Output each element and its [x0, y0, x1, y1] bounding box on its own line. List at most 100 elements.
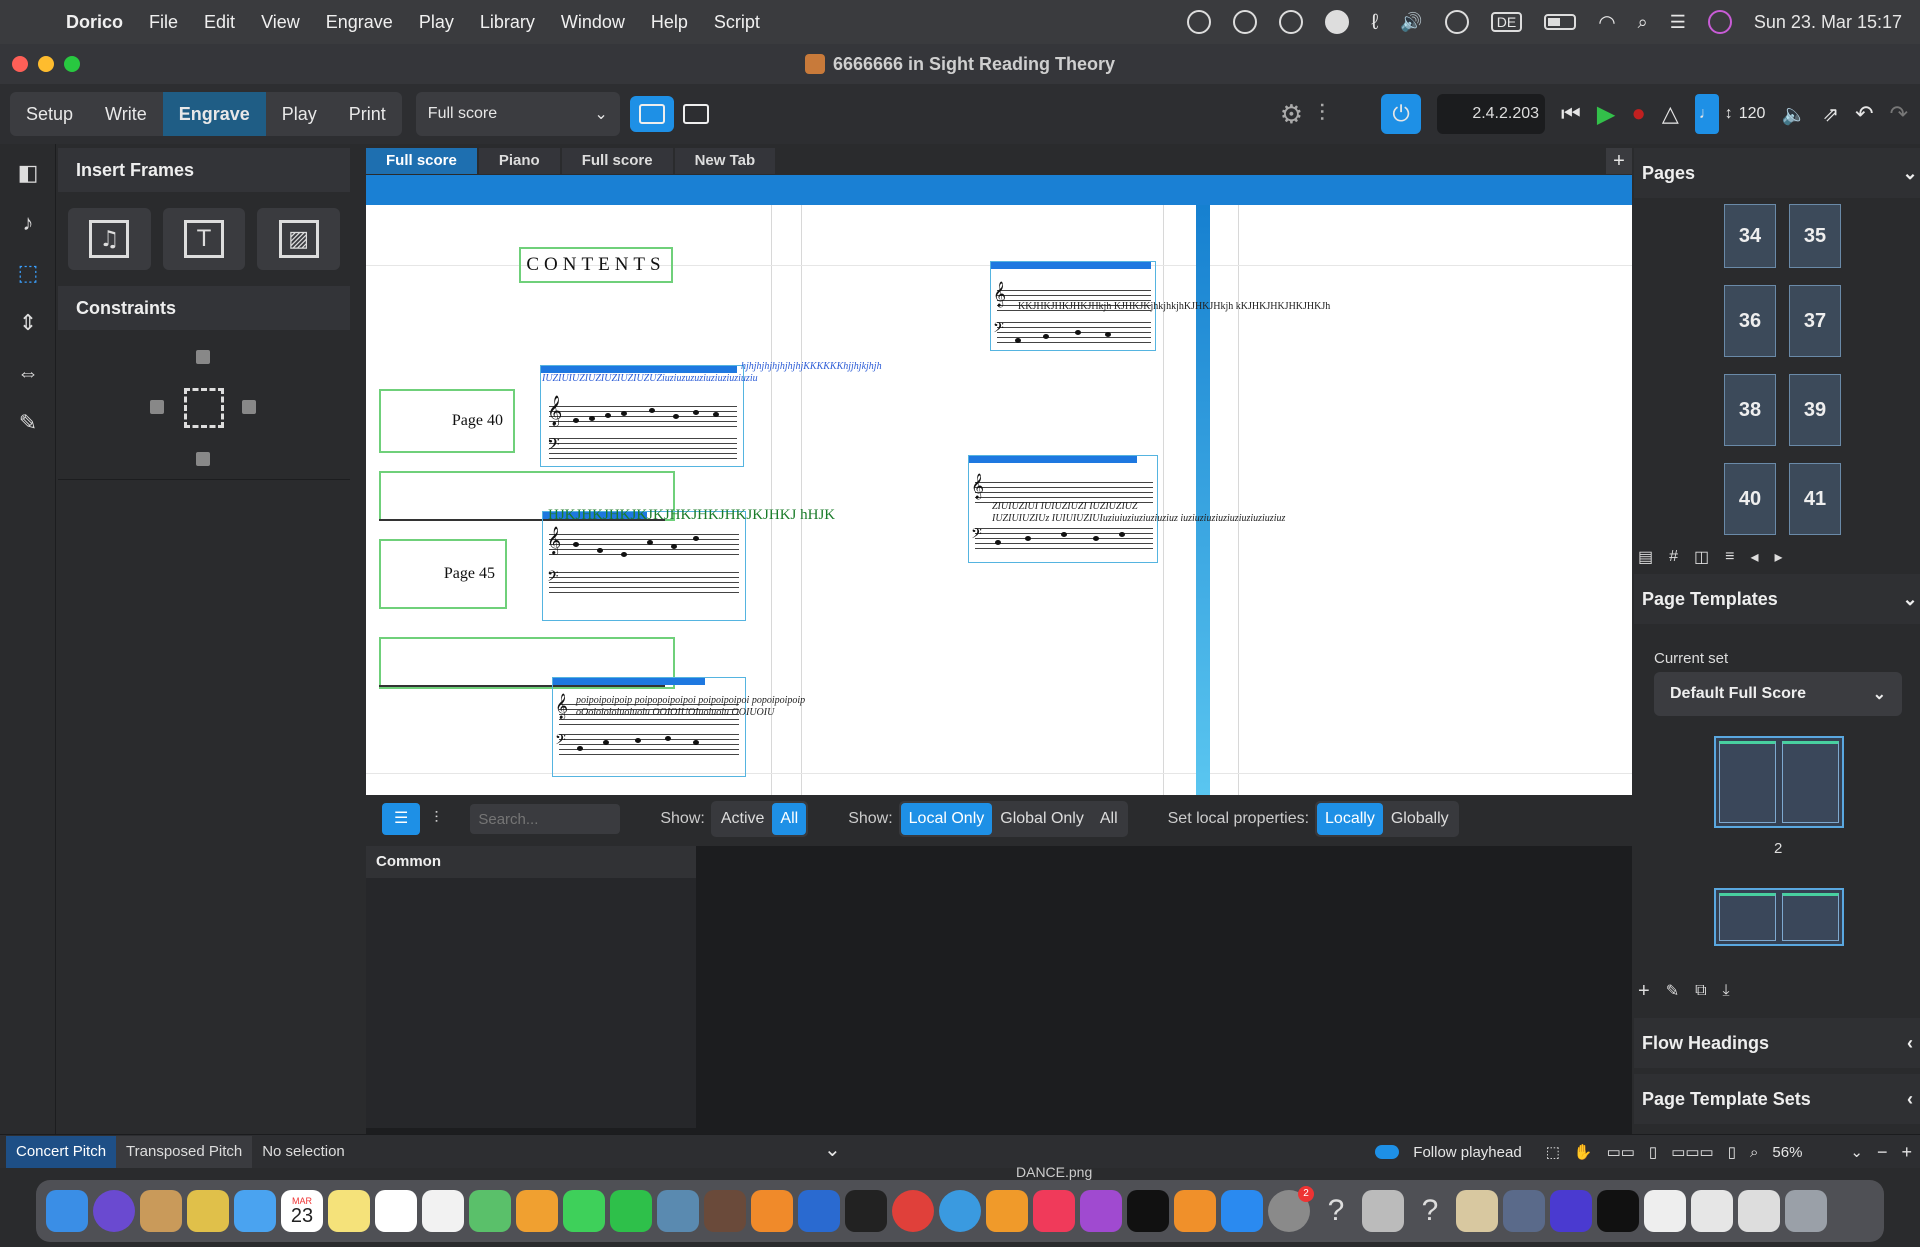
minimize-window-button[interactable]: [38, 56, 54, 72]
zoom-icon[interactable]: ⌕: [1750, 1144, 1758, 1161]
page-thumbnail[interactable]: 35: [1789, 204, 1841, 268]
menu-script[interactable]: Script: [714, 12, 760, 33]
music-icon[interactable]: [1033, 1190, 1075, 1232]
page-number-icon[interactable]: #: [1669, 548, 1678, 566]
app-icon[interactable]: [1550, 1190, 1592, 1232]
music-frame[interactable]: 𝄞 𝄢: [552, 677, 746, 777]
pages-icon[interactable]: [986, 1190, 1028, 1232]
mode-write[interactable]: Write: [89, 92, 163, 136]
garageband-icon[interactable]: [704, 1190, 746, 1232]
metronome-icon[interactable]: △: [1662, 101, 1679, 127]
insert-frames-header[interactable]: Insert Frames: [58, 148, 350, 192]
page-thumbnail[interactable]: 34: [1724, 204, 1776, 268]
page-template-sets-header[interactable]: Page Template Sets ‹: [1634, 1074, 1920, 1124]
edit-icon[interactable]: ✎: [1666, 981, 1679, 1001]
score-view[interactable]: CONTENTS Page 40 𝄞 𝄢 hjhjhjhjhjhjhjhjKKK…: [366, 205, 1632, 795]
staff-spacing-icon[interactable]: ⇕: [7, 302, 49, 344]
insert-music-frame-button[interactable]: ♫: [68, 208, 151, 270]
zoom-window-button[interactable]: [64, 56, 80, 72]
lock-bottom-icon[interactable]: [196, 452, 210, 466]
menu-app-name[interactable]: Dorico: [66, 12, 123, 33]
lock-right-icon[interactable]: [242, 400, 256, 414]
pages-header[interactable]: Pages ⌄: [1634, 148, 1920, 198]
graphic-editing-icon[interactable]: ♪: [7, 202, 49, 244]
mode-print[interactable]: Print: [333, 92, 402, 136]
music-frame[interactable]: 𝄞 𝄢: [542, 511, 746, 621]
page-thumbnail[interactable]: 37: [1789, 285, 1841, 357]
page-templates-header[interactable]: Page Templates ⌄: [1634, 574, 1920, 624]
facetime-icon[interactable]: [610, 1190, 652, 1232]
volume-icon[interactable]: 🔊: [1400, 12, 1422, 33]
close-window-button[interactable]: [12, 56, 28, 72]
menu-library[interactable]: Library: [480, 12, 535, 33]
properties-search-input[interactable]: [470, 804, 621, 834]
help-icon[interactable]: ?: [1315, 1190, 1357, 1232]
launchpad-icon[interactable]: [187, 1190, 229, 1232]
horizontal-view-icon[interactable]: ▭▭▭: [1671, 1143, 1714, 1161]
vertical-view-icon[interactable]: ▯: [1649, 1143, 1657, 1161]
previous-page-icon[interactable]: ◂: [1751, 547, 1759, 567]
calendar-icon[interactable]: MAR 23: [281, 1190, 323, 1232]
add-tab-button[interactable]: +: [1606, 148, 1632, 174]
play-status-icon[interactable]: [1444, 10, 1469, 34]
import-icon[interactable]: ⤓: [1723, 982, 1730, 1000]
menu-play[interactable]: Play: [419, 12, 454, 33]
page-template-thumbnail[interactable]: [1714, 736, 1844, 828]
tab-full-score-2[interactable]: Full score: [561, 148, 673, 174]
page-thumbnail[interactable]: 40: [1724, 463, 1776, 535]
tab-new-tab[interactable]: New Tab: [674, 148, 776, 174]
maps-icon[interactable]: [469, 1190, 511, 1232]
show-active-option[interactable]: Active: [713, 803, 773, 835]
document-stack-icon[interactable]: [1738, 1190, 1780, 1232]
books-icon[interactable]: [1174, 1190, 1216, 1232]
globally-option[interactable]: Globally: [1383, 803, 1457, 835]
concert-pitch-button[interactable]: Concert Pitch: [6, 1135, 117, 1168]
menu-help[interactable]: Help: [651, 12, 688, 33]
menubar-clock[interactable]: Sun 23. Mar 15:17: [1754, 12, 1902, 33]
rewind-icon[interactable]: ⏮: [1561, 101, 1581, 127]
app-icon[interactable]: [1456, 1190, 1498, 1232]
control-center-icon[interactable]: ☰: [1670, 12, 1686, 33]
zoom-level-select[interactable]: 56%: [1772, 1144, 1836, 1161]
document-stack-icon[interactable]: [1644, 1190, 1686, 1232]
record-button-icon[interactable]: ●: [1631, 100, 1646, 128]
app-icon[interactable]: [1362, 1190, 1404, 1232]
page-properties-icon[interactable]: ▤: [1638, 547, 1653, 567]
notes-icon[interactable]: [328, 1190, 370, 1232]
pencil-icon[interactable]: ✎: [7, 402, 49, 444]
freeform-icon[interactable]: [375, 1190, 417, 1232]
selection-tool-icon[interactable]: ⬚: [1546, 1143, 1560, 1161]
page-thumbnail[interactable]: 41: [1789, 463, 1841, 535]
spotlight-icon[interactable]: ⌕: [1638, 12, 1648, 33]
spreads-view-icon[interactable]: ▭▭: [1607, 1143, 1635, 1161]
xcode-icon[interactable]: [798, 1190, 840, 1232]
external-link-icon[interactable]: ⇗: [1822, 102, 1839, 127]
trash-icon[interactable]: [1785, 1190, 1827, 1232]
chevron-down-icon[interactable]: ⌄: [1850, 1143, 1863, 1161]
tempo-control[interactable]: ♩ ↕ 120: [1694, 94, 1765, 134]
common-group-header[interactable]: Common: [366, 846, 696, 878]
page-thumbnail[interactable]: 36: [1724, 285, 1776, 357]
mode-play[interactable]: Play: [266, 92, 333, 136]
mode-engrave[interactable]: Engrave: [162, 92, 266, 136]
hand-tool-icon[interactable]: ✋: [1574, 1143, 1593, 1161]
battery-icon[interactable]: [1544, 14, 1577, 30]
flow-headings-header[interactable]: Flow Headings ‹: [1634, 1018, 1920, 1068]
dorico-icon[interactable]: [751, 1190, 793, 1232]
status-app-icon[interactable]: [1187, 10, 1212, 34]
chrome-icon[interactable]: [892, 1190, 934, 1232]
script-menu-icon[interactable]: ℓ: [1371, 9, 1378, 35]
final-cut-icon[interactable]: [845, 1190, 887, 1232]
page-template-thumbnail[interactable]: [1714, 888, 1844, 946]
single-page-icon[interactable]: ▯: [1728, 1143, 1736, 1161]
input-source[interactable]: DE: [1490, 12, 1523, 32]
wifi-icon[interactable]: ◠: [1598, 10, 1615, 35]
contacts-icon[interactable]: [140, 1190, 182, 1232]
status-app-icon[interactable]: [1233, 10, 1258, 34]
redo-icon[interactable]: ↷: [1890, 101, 1908, 127]
spread-icon[interactable]: ◫: [1694, 547, 1709, 567]
chevron-down-icon[interactable]: ⌄: [824, 1137, 841, 1162]
screenshot-icon[interactable]: [1503, 1190, 1545, 1232]
toggle-panel-icon[interactable]: ◧: [7, 152, 49, 194]
page-view-button[interactable]: [629, 96, 674, 132]
